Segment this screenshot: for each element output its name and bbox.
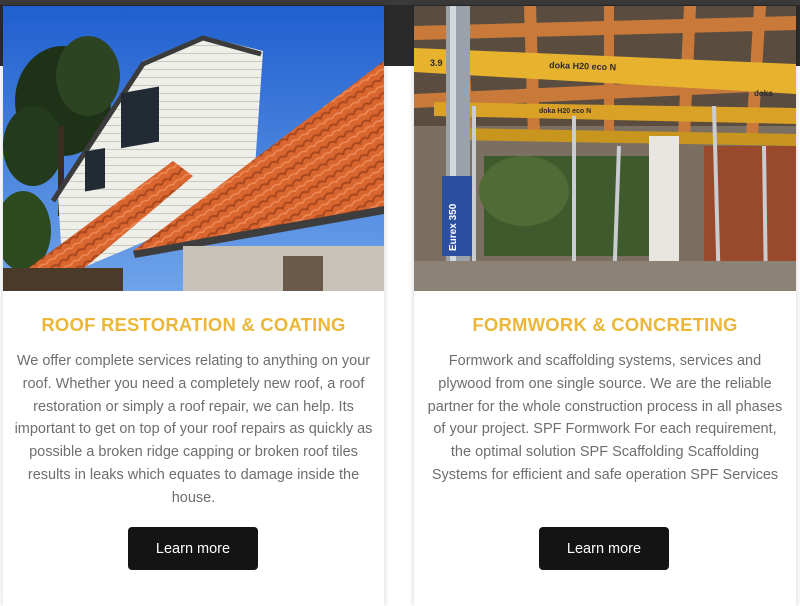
service-card-formwork: doka H20 eco N doka H20 eco N doka 3.9 E… <box>414 6 796 606</box>
roof-photo <box>3 6 384 291</box>
beam-label-3: doka <box>754 89 773 98</box>
service-card-roof: ROOF RESTORATION & COATING We offer comp… <box>3 6 384 606</box>
header-edge <box>0 0 800 5</box>
formwork-photo: doka H20 eco N doka H20 eco N doka 3.9 E… <box>414 6 796 291</box>
card-text-formwork: Formwork and scaffolding systems, servic… <box>427 353 783 483</box>
prop-label: Eurex 350 <box>448 203 459 251</box>
card-title-roof: ROOF RESTORATION & COATING <box>41 314 346 335</box>
beam-label-2: doka H20 eco N <box>539 108 591 115</box>
learn-more-button-roof[interactable]: Learn more <box>128 527 258 570</box>
card-title-formwork: FORMWORK & CONCRETING <box>472 314 738 335</box>
learn-more-button-formwork[interactable]: Learn more <box>539 527 669 570</box>
card-text-roof: We offer complete services relating to a… <box>14 353 373 506</box>
beam-label-4: 3.9 <box>430 58 443 68</box>
